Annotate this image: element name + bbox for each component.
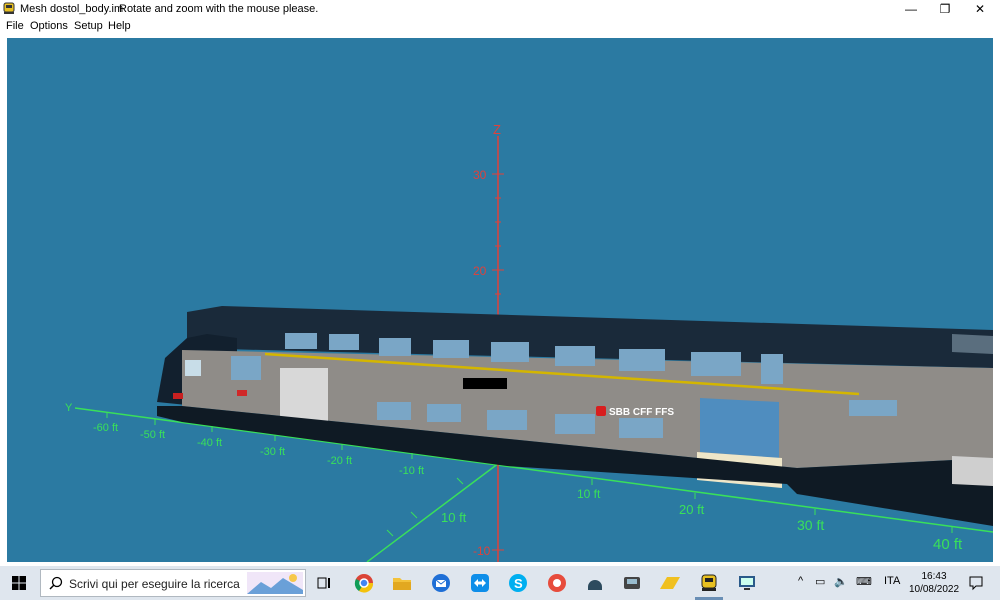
menu-bar: File Options Setup Help	[0, 18, 1000, 34]
clock-date: 10/08/2022	[908, 584, 960, 595]
y-tick-neg40: -40 ft	[197, 437, 222, 449]
menu-help[interactable]: Help	[108, 20, 131, 32]
menu-setup[interactable]: Setup	[74, 20, 103, 32]
ccleaner-icon[interactable]	[545, 571, 569, 595]
volume-icon[interactable]: 🔈	[834, 575, 848, 588]
y-tick-40: 40 ft	[933, 536, 963, 553]
network-icon[interactable]: ▭	[815, 575, 825, 588]
y-tick-10: 10 ft	[577, 487, 601, 501]
train-model: SBB CFF FFS	[157, 306, 993, 526]
svg-text:S: S	[514, 576, 523, 591]
keyboard-icon[interactable]: ⌨	[856, 575, 872, 588]
train-simulator-icon[interactable]	[697, 571, 721, 595]
train-logo-text: SBB CFF FFS	[609, 407, 674, 418]
search-icon	[49, 576, 63, 590]
window-title: Mesh dostol_body.im	[20, 3, 124, 15]
menu-file[interactable]: File	[6, 20, 24, 32]
y-tick-neg20: -20 ft	[327, 455, 352, 467]
start-button[interactable]	[0, 566, 38, 600]
file-explorer-icon[interactable]	[390, 571, 414, 595]
clock[interactable]: 16:43 10/08/2022	[906, 570, 962, 596]
train-app-icon	[3, 2, 15, 14]
remote-desktop-icon[interactable]	[735, 571, 759, 595]
y-axis-label: Y	[65, 402, 73, 414]
show-hidden-icons[interactable]: ^	[798, 575, 803, 587]
z-tick-30: 30	[473, 168, 487, 182]
skype-icon[interactable]: S	[506, 571, 530, 595]
z-axis-label: Z	[493, 122, 501, 137]
windows-logo-icon	[12, 576, 26, 590]
y-tick-neg60: -60 ft	[93, 422, 118, 434]
teamviewer-icon[interactable]	[468, 571, 492, 595]
x-tick-10: 10 ft	[441, 510, 467, 525]
taskbar-search-box[interactable]: Scrivi qui per eseguire la ricerca	[40, 569, 306, 597]
y-tick-neg10: -10 ft	[399, 465, 424, 477]
onedrive-folder-icon[interactable]	[658, 571, 682, 595]
y-tick-30: 30 ft	[797, 517, 824, 533]
app-icon-helmet[interactable]	[583, 571, 607, 595]
y-tick-20: 20 ft	[679, 502, 705, 517]
search-placeholder: Scrivi qui per eseguire la ricerca	[69, 577, 240, 591]
language-indicator[interactable]: ITA	[884, 575, 900, 587]
restore-button[interactable]: ❐	[928, 0, 962, 18]
chrome-icon[interactable]	[352, 571, 376, 595]
y-tick-neg30: -30 ft	[260, 446, 285, 458]
search-highlight-image	[247, 572, 303, 594]
task-view-icon[interactable]	[312, 571, 336, 595]
z-tick-20: 20	[473, 264, 487, 278]
thunderbird-icon[interactable]	[429, 571, 453, 595]
close-button[interactable]: ✕	[963, 0, 997, 18]
y-tick-neg50: -50 ft	[140, 429, 165, 441]
taskbar: Scrivi qui per eseguire la ricerca S ^ ▭…	[0, 566, 1000, 600]
minimize-button[interactable]: —	[894, 0, 928, 18]
clock-time: 16:43	[921, 571, 947, 582]
z-tick-neg10: -10	[473, 544, 491, 558]
title-bar: Mesh dostol_body.im Rotate and zoom with…	[0, 0, 1000, 18]
window-hint: Rotate and zoom with the mouse please.	[119, 3, 319, 15]
app-icon-locomotive[interactable]	[620, 571, 644, 595]
menu-options[interactable]: Options	[30, 20, 68, 32]
notifications-icon[interactable]	[964, 571, 988, 595]
3d-viewport[interactable]: Z 30 20 -10 SBB CFF FFS Y -60 ft -50 ft …	[7, 38, 993, 562]
